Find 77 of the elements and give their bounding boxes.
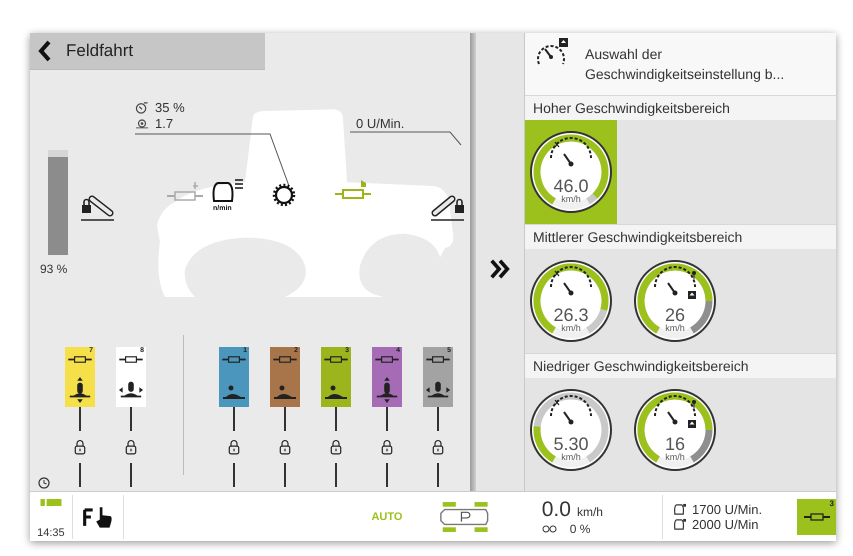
hydraulic-cylinder-icon	[425, 355, 451, 364]
clock-icon	[38, 477, 50, 489]
speed-gauge[interactable]: 46.0 km/h	[525, 120, 617, 224]
padlock-icon[interactable]	[330, 439, 342, 456]
speed-unit: km/h	[560, 323, 582, 333]
speedometer-icon	[654, 395, 696, 424]
engine-icon	[673, 502, 686, 516]
target-pin-icon	[692, 271, 696, 280]
speedometer-icon	[550, 137, 592, 166]
padlock-icon[interactable]	[279, 439, 291, 456]
speed-value: 46.0	[552, 176, 590, 196]
screen-title: Feldfahrt	[66, 40, 134, 61]
locked-hitch-icon[interactable]	[80, 192, 116, 222]
speed-range-header: Niedriger Geschwindigkeitsbereich	[525, 353, 836, 378]
hydraulic-cylinder-icon	[67, 355, 93, 364]
throttle-icon	[135, 100, 149, 114]
wheel-slip-icon	[542, 522, 558, 532]
back-header[interactable]: Feldfahrt	[30, 33, 265, 70]
gear-icon[interactable]	[272, 182, 296, 206]
target-pin-icon	[692, 400, 696, 408]
slip-value: 0 %	[570, 522, 590, 536]
speed-range-header: Mittlerer Geschwindigkeitsbereich	[525, 224, 836, 249]
operator-lever-icon	[273, 384, 297, 400]
transmission-ratio-icon	[135, 116, 149, 130]
padlock-icon[interactable]	[432, 439, 444, 456]
speed-unit: km/h	[664, 452, 686, 462]
speed-value: 26	[664, 305, 686, 325]
hydraulic-cylinder-icon	[272, 355, 298, 364]
speedometer-icon	[550, 395, 592, 424]
engine-icon	[673, 518, 686, 530]
locked-hitch-icon[interactable]	[430, 192, 466, 222]
throttle-value: 35 %	[155, 100, 185, 114]
speed-unit: km/h	[560, 194, 582, 204]
padlock-icon[interactable]	[125, 439, 137, 456]
speed-range-header: Hoher Geschwindigkeitsbereich	[525, 95, 836, 120]
engine-speed: 1700 U/Min.	[692, 502, 762, 516]
usb-status-icon	[40, 498, 62, 506]
speed-gauge[interactable]: 26 km/h	[629, 249, 721, 353]
speed-unit: km/h	[560, 452, 582, 462]
padlock-icon[interactable]	[74, 439, 86, 456]
speed-unit: km/h	[576, 504, 603, 518]
speed-gauge[interactable]: 26.3 km/h	[525, 249, 617, 353]
speed-value: 0.0	[542, 498, 571, 522]
clock-time: 14:35	[37, 526, 65, 538]
speedometer-icon	[550, 266, 592, 296]
active-valve-tile[interactable]: 3	[797, 498, 836, 534]
speed-value: 26.3	[552, 305, 590, 325]
pto-speed: 0 U/Min.	[356, 116, 404, 130]
fill-level-reading: 93 %	[40, 262, 68, 276]
cross-mark-icon	[554, 399, 560, 406]
cross-mark-icon	[554, 141, 560, 148]
speed-gauge[interactable]: 16 km/h	[629, 378, 721, 482]
padlock-icon[interactable]	[228, 439, 240, 456]
speed-setting-title: Auswahl der Geschwindigkeitseinstellung b...	[585, 45, 786, 84]
padlock-icon[interactable]	[381, 439, 393, 456]
speedometer-icon	[654, 266, 696, 296]
speed-gauge[interactable]: 5.30 km/h	[525, 378, 617, 482]
target-engine-speed: 2000 U/Min	[692, 516, 759, 532]
speed-unit: km/h	[664, 323, 686, 333]
cross-mark-icon	[554, 270, 560, 277]
expand-chevron-icon[interactable]	[489, 258, 511, 280]
hydraulic-cylinder-icon	[323, 355, 349, 364]
operator-up-down-icon	[67, 376, 93, 404]
hydraulic-cylinder-icon	[221, 355, 247, 364]
ratio-value: 1.7	[155, 116, 174, 130]
speed-value: 16	[664, 434, 686, 454]
back-icon	[38, 40, 52, 62]
hydraulic-cylinder-icon	[374, 355, 400, 364]
hydraulic-cylinder-icon	[802, 512, 831, 522]
valve-number: 3	[830, 498, 834, 508]
speed-value: 5.30	[552, 434, 590, 454]
operator-lever-icon	[222, 384, 246, 400]
hydraulic-cylinder-icon	[118, 355, 144, 364]
operator-up-down-icon	[374, 376, 400, 404]
operator-lever-icon	[324, 384, 348, 400]
engine-speed-icon[interactable]	[210, 176, 244, 202]
manual-mode-icon[interactable]	[82, 504, 114, 528]
